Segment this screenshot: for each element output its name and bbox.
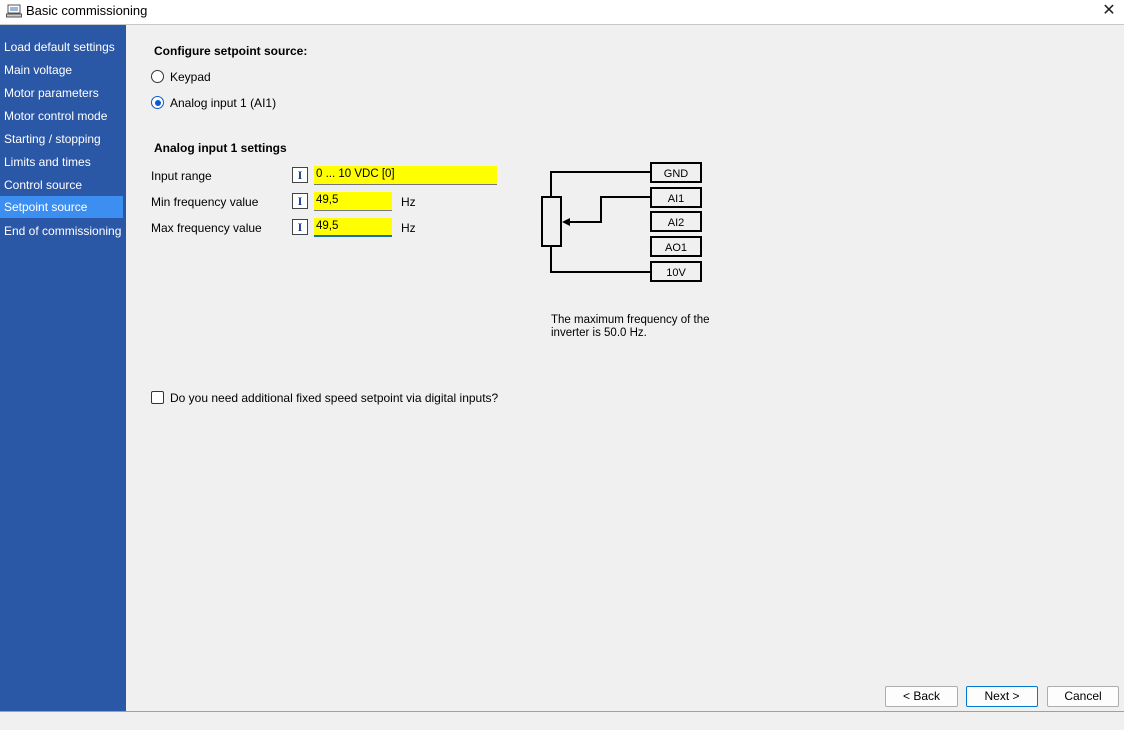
radio-analog-input-1-label[interactable]: Analog input 1 (AI1) bbox=[170, 96, 276, 110]
max-frequency-label: Max frequency value bbox=[151, 221, 262, 235]
info-icon[interactable]: I bbox=[292, 219, 308, 235]
sidebar-item-control-source[interactable]: Control source bbox=[0, 174, 123, 196]
radio-keypad[interactable] bbox=[151, 70, 164, 83]
terminal-ai1: AI1 bbox=[668, 193, 685, 205]
sidebar-item-load-default-settings[interactable]: Load default settings bbox=[0, 36, 123, 58]
info-icon[interactable]: I bbox=[292, 167, 308, 183]
sidebar-item-main-voltage[interactable]: Main voltage bbox=[0, 59, 123, 81]
max-frequency-unit: Hz bbox=[401, 221, 416, 235]
next-button[interactable]: Next > bbox=[966, 686, 1038, 707]
sidebar-item-motor-parameters[interactable]: Motor parameters bbox=[0, 82, 123, 104]
radio-keypad-label[interactable]: Keypad bbox=[170, 70, 211, 84]
terminal-10v: 10V bbox=[666, 267, 686, 279]
analog-input-settings-heading: Analog input 1 settings bbox=[154, 141, 287, 155]
terminal-ai2: AI2 bbox=[668, 217, 685, 229]
wire-10v bbox=[550, 246, 651, 273]
title-bar: Basic commissioning ✕ bbox=[0, 0, 1124, 25]
terminal-gnd: GND bbox=[664, 168, 689, 180]
app-icon bbox=[6, 4, 22, 18]
max-frequency-note-line1: The maximum frequency of the bbox=[551, 314, 710, 326]
wire-gnd bbox=[550, 171, 651, 197]
main-content: Configure setpoint source: Keypad Analog… bbox=[126, 25, 1124, 711]
input-range-label: Input range bbox=[151, 169, 212, 183]
wiper-arrowhead bbox=[562, 218, 570, 226]
setpoint-source-heading: Configure setpoint source: bbox=[154, 44, 308, 58]
max-frequency-note-line2: inverter is 50.0 Hz. bbox=[551, 327, 647, 339]
potentiometer-wiring-diagram: GND AI1 AI2 AO1 10V bbox=[541, 162, 702, 282]
sidebar-item-motor-control-mode[interactable]: Motor control mode bbox=[0, 105, 123, 127]
info-icon[interactable]: I bbox=[292, 193, 308, 209]
min-frequency-input[interactable]: 49,5 bbox=[314, 192, 392, 211]
max-frequency-note: The maximum frequency of the inverter is… bbox=[551, 314, 710, 340]
window-title: Basic commissioning bbox=[26, 3, 148, 18]
sidebar-item-starting-stopping[interactable]: Starting / stopping bbox=[0, 128, 123, 150]
max-frequency-input[interactable]: 49,5 bbox=[314, 218, 392, 237]
sidebar-item-limits-and-times[interactable]: Limits and times bbox=[0, 151, 123, 173]
sidebar-item-setpoint-source[interactable]: Setpoint source bbox=[0, 196, 123, 218]
back-button[interactable]: < Back bbox=[885, 686, 958, 707]
fixed-speed-checkbox-label[interactable]: Do you need additional fixed speed setpo… bbox=[170, 391, 498, 405]
radio-analog-input-1[interactable] bbox=[151, 96, 164, 109]
min-frequency-unit: Hz bbox=[401, 195, 416, 209]
min-frequency-label: Min frequency value bbox=[151, 195, 259, 209]
sidebar: Load default settings Main voltage Motor… bbox=[0, 25, 126, 711]
sidebar-item-end-of-commissioning[interactable]: End of commissioning bbox=[0, 220, 123, 242]
input-range-select[interactable]: 0 ... 10 VDC [0] bbox=[314, 166, 497, 185]
status-bar bbox=[0, 711, 1124, 730]
fixed-speed-checkbox[interactable] bbox=[151, 391, 164, 404]
wire-wiper bbox=[569, 196, 651, 223]
cancel-button[interactable]: Cancel bbox=[1047, 686, 1119, 707]
potentiometer bbox=[541, 196, 562, 247]
close-icon[interactable]: ✕ bbox=[1094, 0, 1124, 24]
terminal-ao1: AO1 bbox=[665, 242, 687, 254]
